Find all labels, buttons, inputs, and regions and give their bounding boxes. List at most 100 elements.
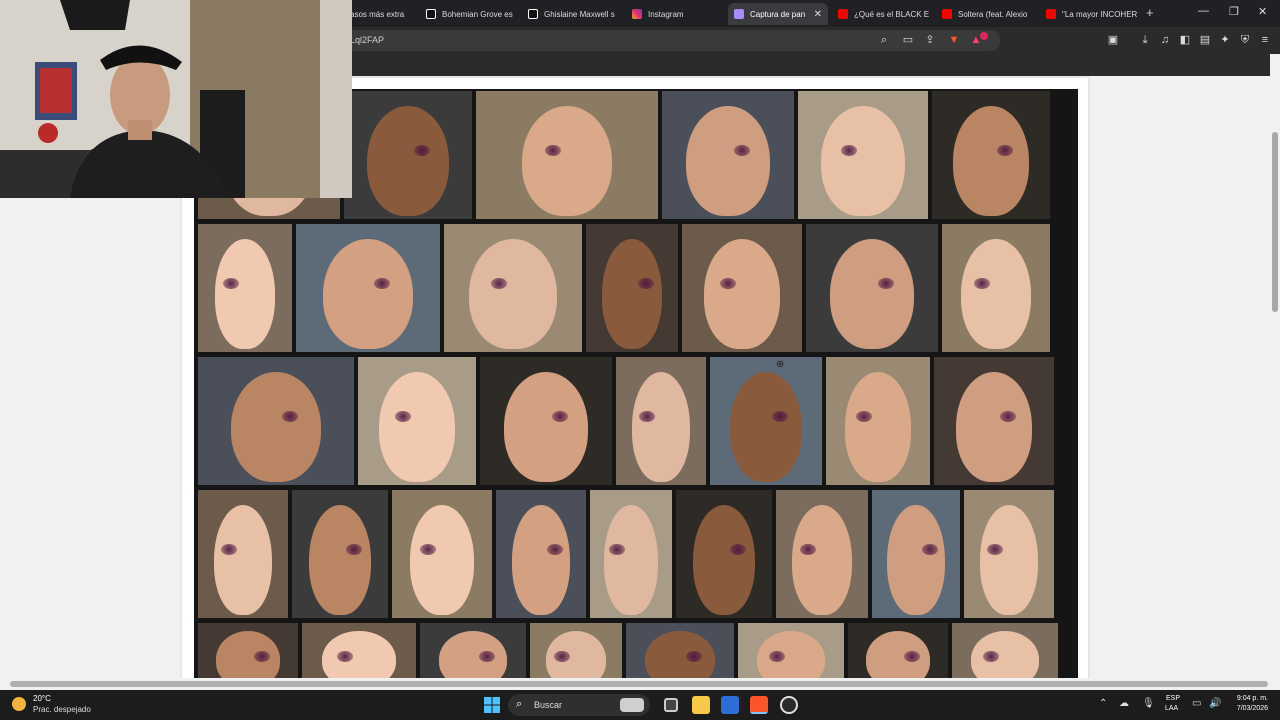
menu-icon[interactable]: ≡ xyxy=(1259,34,1271,46)
close-window-button[interactable]: ✕ xyxy=(1258,5,1267,18)
bruise-mark xyxy=(420,543,436,555)
bruise-mark xyxy=(997,144,1013,156)
face-shape xyxy=(844,372,912,483)
tab-soltera[interactable]: Soltera (feat. Alexio xyxy=(936,3,1036,25)
clock-time[interactable]: 9:04 p. m. xyxy=(1228,695,1268,702)
face-shape xyxy=(887,505,945,616)
bruise-mark xyxy=(987,543,1003,555)
tab-ghislaine[interactable]: Ghislaine Maxwell s xyxy=(522,3,624,25)
tab-incoher[interactable]: "La mayor INCOHER xyxy=(1040,3,1140,25)
face-shape xyxy=(865,630,931,678)
bruise-mark xyxy=(1000,410,1016,422)
windows-start-icon[interactable] xyxy=(484,697,500,713)
tab-captura-active[interactable]: Captura de pan ✕ xyxy=(728,3,828,25)
face-shape xyxy=(503,372,589,483)
portrait-photo xyxy=(480,357,612,485)
brave-browser-icon[interactable] xyxy=(750,696,768,714)
task-view-icon[interactable] xyxy=(664,698,678,712)
bruise-mark xyxy=(769,650,785,662)
url-text[interactable]: Lql2FAP xyxy=(350,35,384,45)
screenshot-icon[interactable]: ▭ xyxy=(902,34,914,46)
zoom-cursor-icon: ⊕ xyxy=(776,359,785,370)
tab-casos[interactable]: casos más extra xyxy=(340,3,420,25)
vpn-shield-icon[interactable]: ⛨ xyxy=(1239,34,1251,46)
download-icon[interactable]: ⤓ xyxy=(1139,34,1151,46)
portrait-photo xyxy=(826,357,930,485)
tiktok-icon xyxy=(426,9,436,19)
weather-description[interactable]: Prac. despejado xyxy=(33,705,91,714)
face-shape xyxy=(323,239,413,350)
keyboard-layout-indicator[interactable]: LAA xyxy=(1165,705,1178,712)
microphone-icon[interactable]: 🎙 xyxy=(1142,698,1155,709)
tab-label: Ghislaine Maxwell s xyxy=(544,9,615,19)
obs-recording-icon[interactable] xyxy=(780,696,798,714)
face-shape xyxy=(511,505,571,616)
weather-temperature[interactable]: 20°C xyxy=(33,694,51,703)
portrait-photo xyxy=(496,490,586,618)
face-shape xyxy=(685,106,771,217)
tab-instagram[interactable]: Instagram xyxy=(626,3,726,25)
portrait-photo xyxy=(952,623,1058,678)
brave-shields-icon[interactable]: ▼ xyxy=(948,34,960,46)
portrait-photo xyxy=(848,623,948,678)
language-indicator[interactable]: ESP xyxy=(1166,695,1180,702)
portrait-photo xyxy=(302,623,416,678)
portrait-photo xyxy=(198,490,288,618)
leo-ai-icon[interactable]: ✦ xyxy=(1219,34,1231,46)
bruise-mark xyxy=(639,410,655,422)
portrait-photo xyxy=(710,357,822,485)
share-icon[interactable]: ⇪ xyxy=(924,34,936,46)
close-tab-icon[interactable]: ✕ xyxy=(814,9,822,20)
horizontal-scroll-thumb[interactable] xyxy=(10,681,1268,687)
clock-date[interactable]: 7/03/2026 xyxy=(1228,705,1268,712)
tabs-overview-icon[interactable]: ▣ xyxy=(1107,34,1119,46)
face-shape xyxy=(756,630,826,678)
zoom-icon[interactable]: ⌕ xyxy=(878,34,890,46)
taskbar-search-box[interactable]: ⌕ Buscar xyxy=(508,694,650,716)
bruise-mark xyxy=(800,543,816,555)
file-explorer-icon[interactable] xyxy=(692,696,710,714)
face-shape xyxy=(214,239,276,350)
maximize-button[interactable]: ❐ xyxy=(1229,5,1239,18)
minimize-button[interactable]: — xyxy=(1198,5,1209,17)
bruise-mark xyxy=(337,650,353,662)
chevron-up-icon[interactable]: ⌃ xyxy=(1099,698,1107,709)
face-shape xyxy=(953,106,1029,217)
portrait-photo xyxy=(776,490,868,618)
face-shape xyxy=(409,505,475,616)
bruise-mark xyxy=(772,410,788,422)
portrait-photo xyxy=(806,224,938,352)
face-shape xyxy=(961,239,1031,350)
new-tab-button[interactable]: + xyxy=(1146,5,1154,20)
tab-bohemian-grove[interactable]: Bohemian Grove es xyxy=(420,3,520,25)
bruise-mark xyxy=(552,410,568,422)
display-icon[interactable]: ▭ xyxy=(1192,698,1201,709)
onedrive-icon[interactable]: ☁ xyxy=(1119,698,1129,709)
music-icon[interactable]: ♫ xyxy=(1159,34,1171,46)
portrait-photo xyxy=(392,490,492,618)
face-shape xyxy=(829,239,915,350)
volume-icon[interactable]: 🔊 xyxy=(1209,698,1221,709)
portrait-photo xyxy=(292,490,388,618)
tab-black-e[interactable]: ¿Qué es el BLACK E xyxy=(832,3,932,25)
sidebar-icon[interactable]: ◧ xyxy=(1179,34,1191,46)
address-bar[interactable]: Lql2FAP ⌕ ▭ ⇪ ▼ ▲ xyxy=(340,30,1000,51)
horizontal-scrollbar[interactable] xyxy=(0,678,1280,690)
face-shape xyxy=(215,630,281,678)
bruise-mark xyxy=(479,650,495,662)
vertical-scrollbar[interactable] xyxy=(1270,54,1280,678)
notification-badge xyxy=(980,32,988,40)
tab-label: Bohemian Grove es xyxy=(442,9,513,19)
bruise-mark xyxy=(254,650,270,662)
weather-sun-icon[interactable] xyxy=(12,697,26,711)
wallet-icon[interactable]: ▤ xyxy=(1199,34,1211,46)
portrait-photo xyxy=(198,623,298,678)
microsoft-store-icon[interactable] xyxy=(721,696,739,714)
portrait-photo xyxy=(530,623,622,678)
face-shape xyxy=(703,239,781,350)
capture-icon xyxy=(734,9,744,19)
vertical-scroll-thumb[interactable] xyxy=(1272,132,1278,312)
face-shape xyxy=(955,372,1033,483)
face-shape xyxy=(631,372,691,483)
youtube-icon xyxy=(942,9,952,19)
